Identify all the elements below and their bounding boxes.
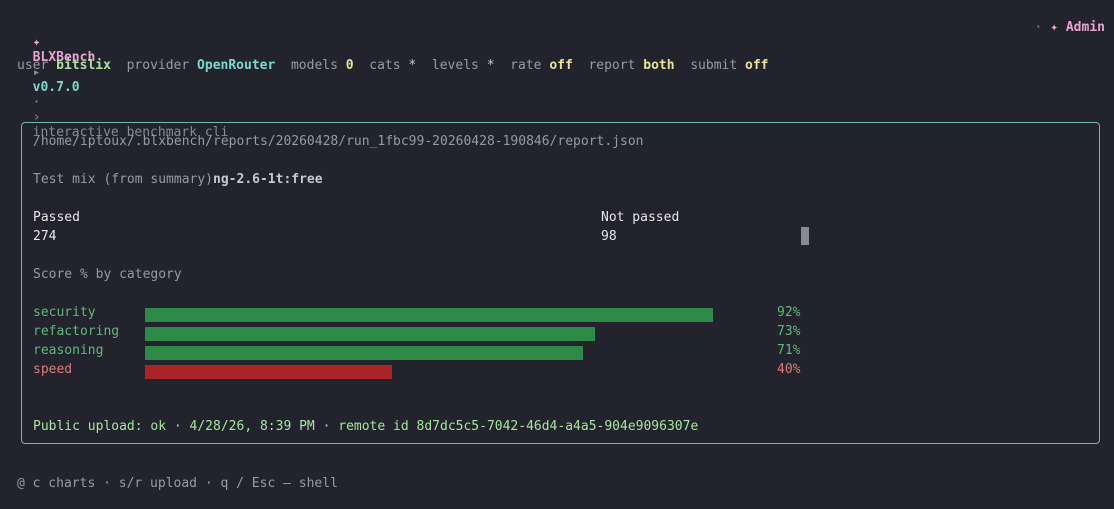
category-bar-security (145, 308, 713, 322)
report-key: report (588, 58, 636, 73)
text-cursor (801, 227, 809, 245)
rate-value: off (549, 58, 573, 73)
upload-status: Public upload: ok · 4/28/26, 8:39 PM · r… (33, 419, 699, 434)
category-bar-refactoring (145, 327, 595, 341)
levels-key: levels (431, 58, 479, 73)
keybind-hints: @ c charts · s/r upload · q / Esc — shel… (17, 476, 338, 491)
category-label-security: security (33, 305, 96, 320)
report-panel (21, 122, 1100, 444)
separator: · (32, 95, 41, 110)
status-line: user bitslix provider OpenRouter models … (17, 58, 769, 73)
test-mix-value: ng-2.6-1t:free (213, 172, 323, 187)
category-label-refactoring: refactoring (33, 324, 120, 339)
cats-value: * (408, 58, 417, 73)
submit-value: off (745, 58, 769, 73)
category-bar-speed (145, 365, 392, 379)
category-label-speed: speed (33, 362, 73, 377)
admin-indicator: · ✦ Admin (1035, 20, 1105, 35)
category-percent-speed: 40% (777, 362, 801, 377)
models-key: models (290, 58, 338, 73)
rate-key: rate (510, 58, 542, 73)
provider-key: provider (126, 58, 190, 73)
user-key: user (17, 58, 49, 73)
models-value: 0 (345, 58, 354, 73)
version: v0.7.0 (32, 80, 80, 95)
category-percent-reasoning: 71% (777, 343, 801, 358)
test-mix: Test mix (from summary)ng-2.6-1t:free (33, 172, 323, 187)
category-percent-refactoring: 73% (777, 324, 801, 339)
test-mix-label: Test mix (from summary) (33, 172, 214, 187)
category-bar-reasoning (145, 346, 583, 360)
title-bar: ✦ BLXBench ▸ v0.7.0 · › interactive benc… (17, 20, 1105, 140)
category-label-reasoning: reasoning (33, 343, 104, 358)
report-value: both (643, 58, 675, 73)
not-passed-label: Not passed (601, 210, 680, 225)
passed-label: Passed (33, 210, 80, 225)
category-percent-security: 92% (777, 305, 801, 320)
user-value: bitslix (56, 58, 111, 73)
sparkle-icon: ✦ (1050, 20, 1059, 35)
not-passed-value: 98 (601, 229, 617, 244)
provider-value: OpenRouter (197, 58, 276, 73)
admin-label: Admin (1065, 20, 1105, 35)
submit-key: submit (690, 58, 738, 73)
report-path: /home/iptoux/.blxbench/reports/20260428/… (33, 134, 644, 149)
levels-value: * (486, 58, 495, 73)
score-title: Score % by category (33, 267, 182, 282)
passed-value: 274 (33, 229, 57, 244)
cats-key: cats (369, 58, 401, 73)
sparkle-icon: ✦ (32, 35, 41, 50)
separator: · (1034, 20, 1043, 35)
